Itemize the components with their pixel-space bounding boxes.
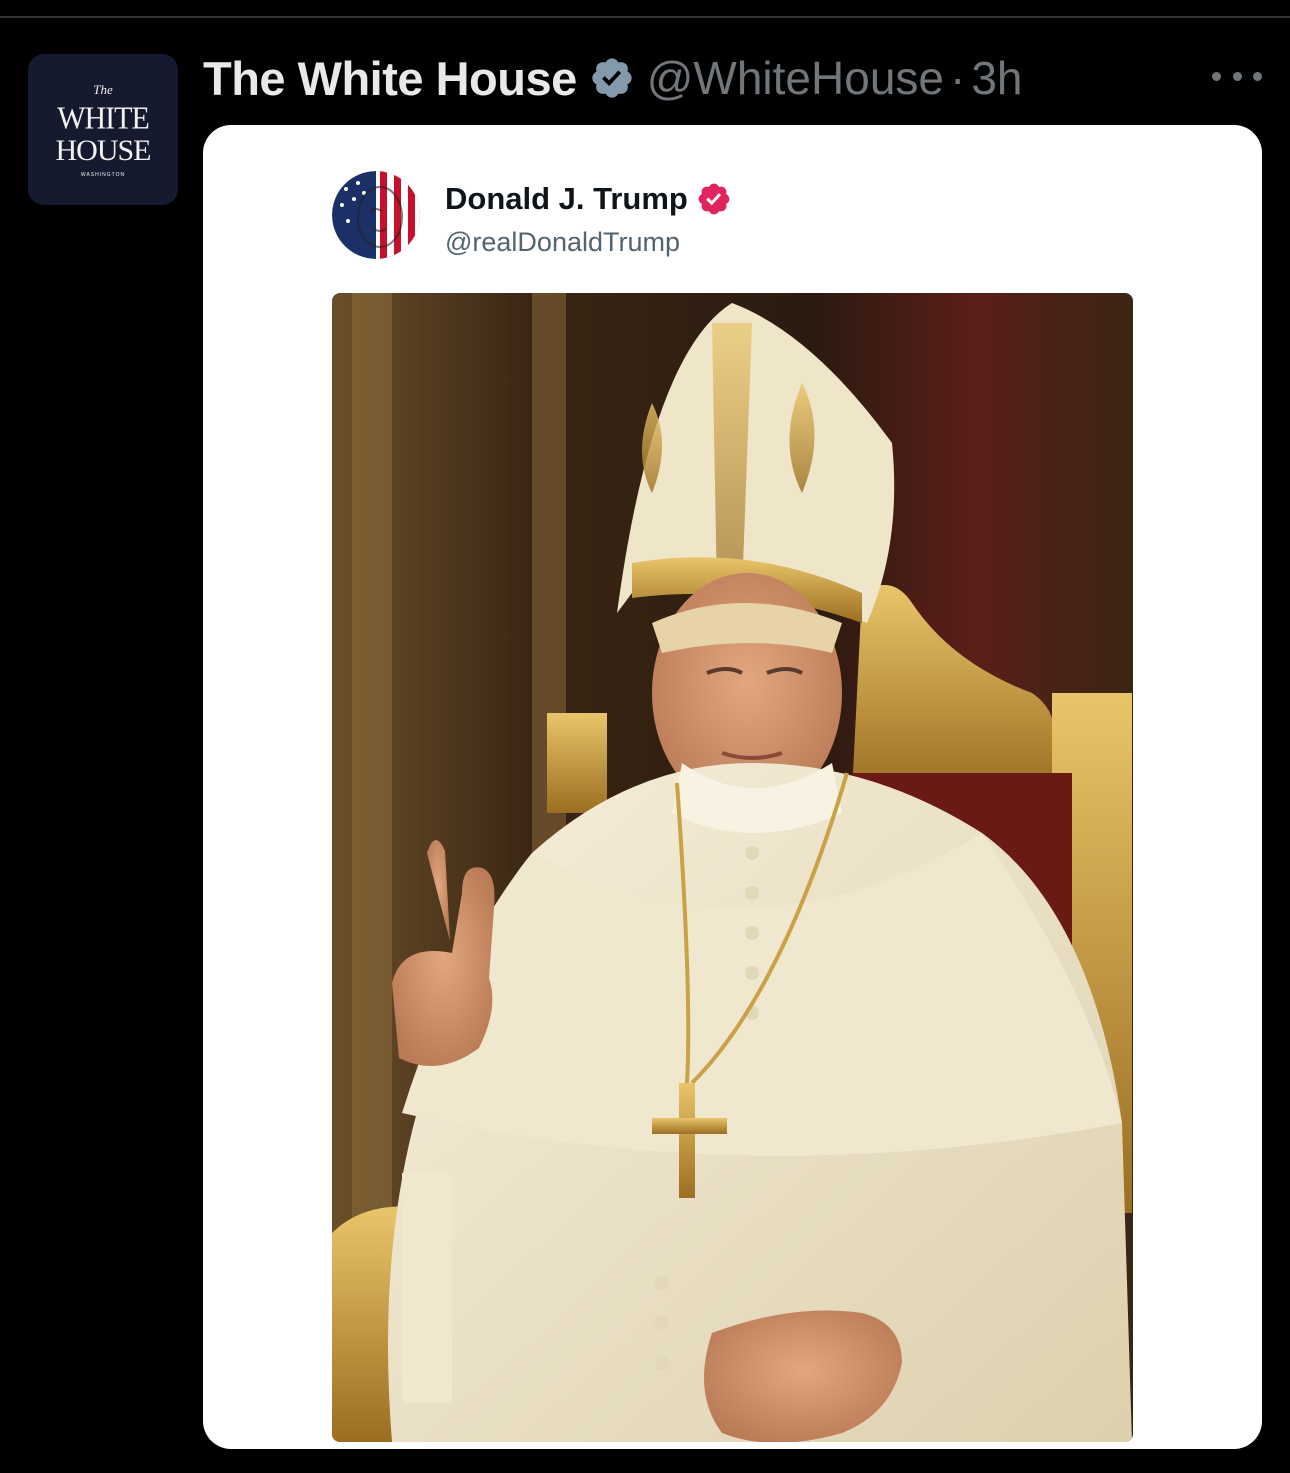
more-dot (1212, 71, 1221, 81)
embedded-avatar[interactable] (332, 171, 420, 259)
avatar-text-the: The (93, 82, 113, 97)
papal-portrait-image[interactable] (332, 293, 1133, 1442)
embedded-name-row: Donald J. Trump (445, 181, 732, 217)
embedded-post-card[interactable]: Donald J. Trump @realDonaldTrump (203, 125, 1262, 1449)
avatar-text-white: WHITE (57, 101, 150, 136)
embedded-handle[interactable]: @realDonaldTrump (445, 227, 680, 258)
display-name[interactable]: The White House (203, 51, 577, 106)
avatar-text-washington: WASHINGTON (80, 172, 126, 178)
embedded-display-name[interactable]: Donald J. Trump (445, 181, 688, 217)
verified-badge-icon[interactable] (589, 55, 635, 101)
avatar[interactable]: The WHITE HOUSE WASHINGTON (28, 54, 178, 205)
handle[interactable]: @WhiteHouse (647, 51, 944, 105)
more-dot (1232, 71, 1242, 81)
separator: · (949, 52, 966, 104)
avatar-text-house: HOUSE (55, 134, 151, 167)
tweet[interactable]: The WHITE HOUSE WASHINGTON The White Hou… (0, 0, 1290, 1473)
timestamp[interactable]: 3h (971, 51, 1022, 105)
more-dot (1253, 71, 1262, 81)
more-options-icon[interactable] (1212, 64, 1262, 88)
verified-badge-icon (696, 181, 732, 217)
tweet-header: The White House @WhiteHouse · 3h (203, 50, 1022, 106)
